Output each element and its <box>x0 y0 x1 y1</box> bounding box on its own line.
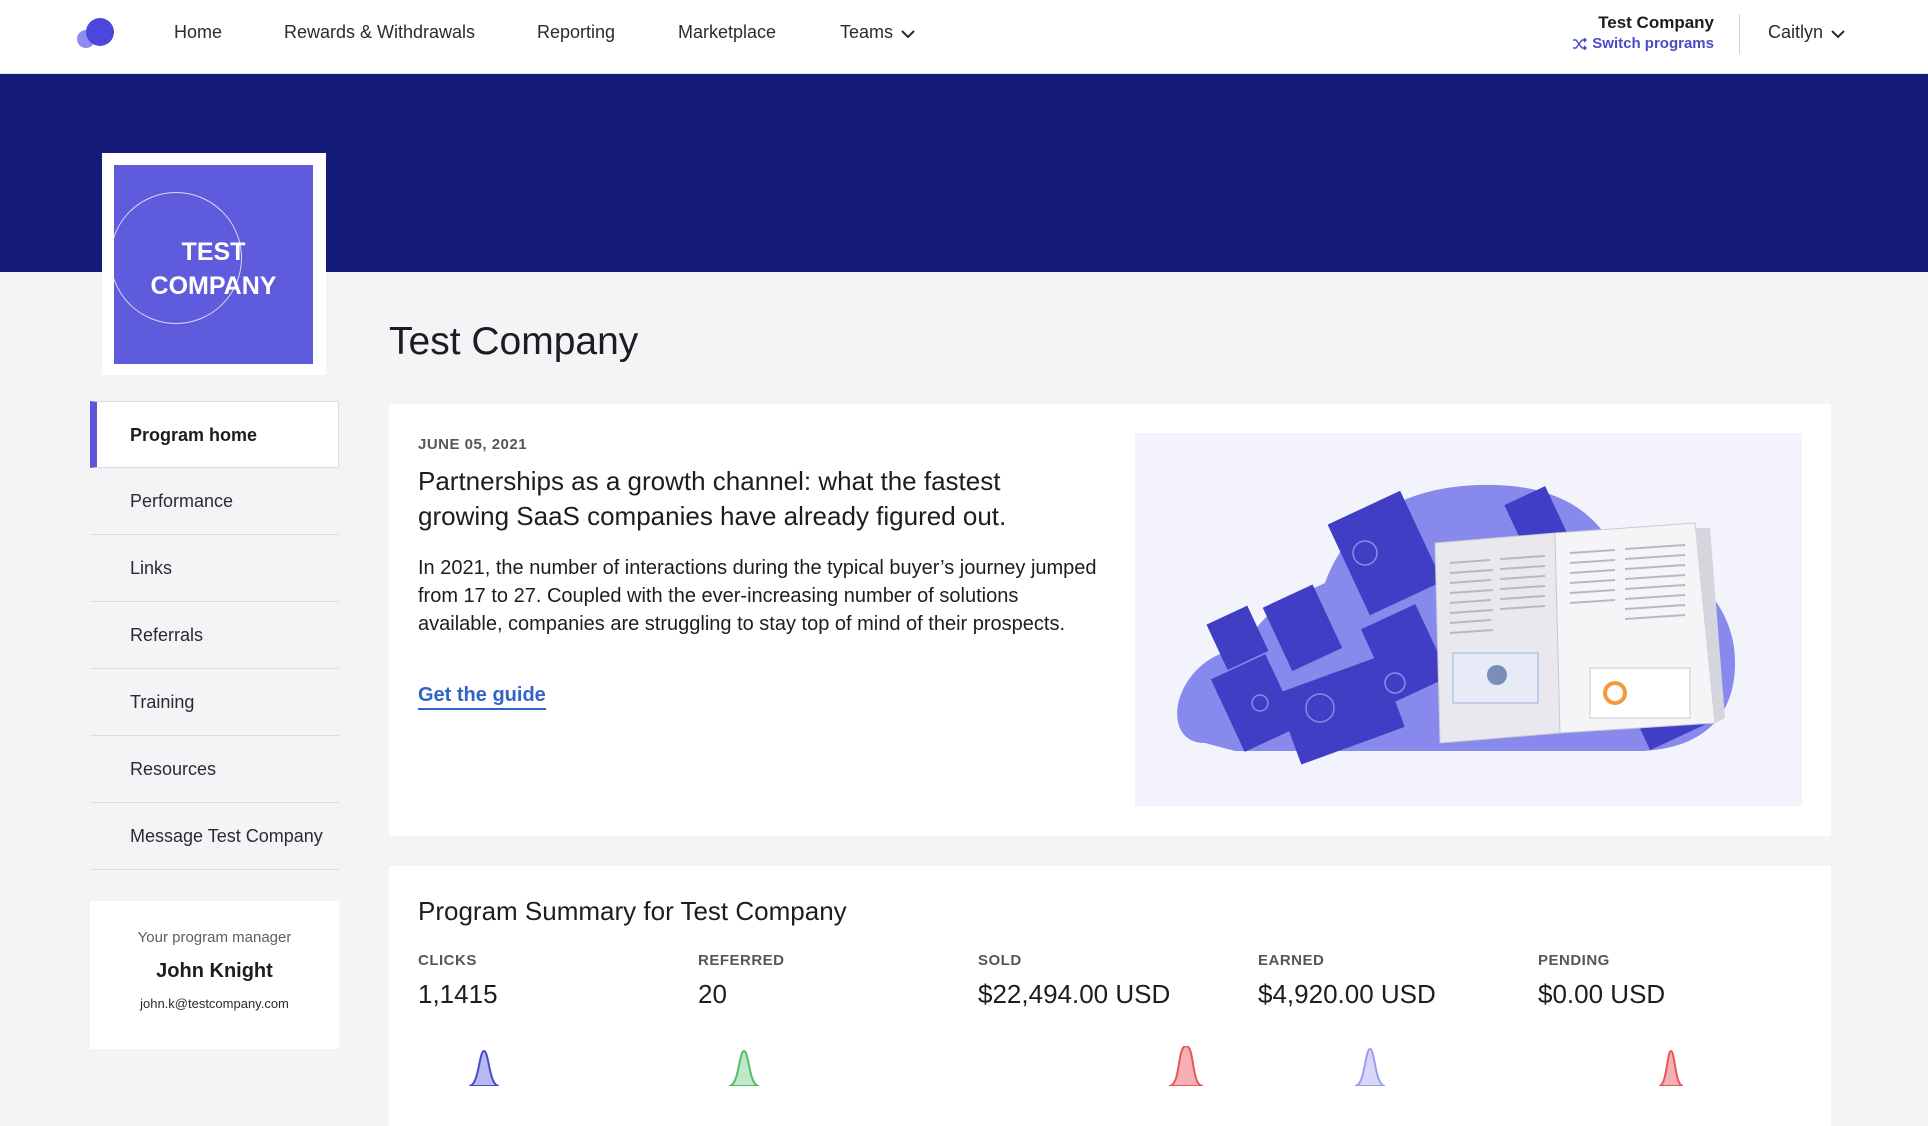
guide-illustration <box>1135 433 1802 806</box>
sidebar-item-performance[interactable]: Performance <box>90 468 339 535</box>
get-the-guide-link[interactable]: Get the guide <box>418 684 546 710</box>
sidebar-item-message-company[interactable]: Message Test Company <box>90 803 339 870</box>
company-logo: TEST COMPANY <box>114 165 313 364</box>
sidebar-item-links[interactable]: Links <box>90 535 339 602</box>
clicks-sparkline <box>469 1049 499 1086</box>
logo-line-2: COMPANY <box>150 272 277 300</box>
program-switcher: Test Company Switch programs <box>1572 13 1714 52</box>
stat-value: $4,920.00 USD <box>1258 979 1436 1009</box>
stat-label: SOLD <box>978 952 1022 969</box>
company-logo-card: TEST COMPANY <box>102 153 326 375</box>
stat-value: 20 <box>698 979 727 1009</box>
manager-name: John Knight <box>156 960 273 982</box>
stat-value: 1,1415 <box>418 979 498 1009</box>
chevron-down-icon <box>901 23 915 44</box>
article-date: JUNE 05, 2021 <box>418 436 528 453</box>
page-title: Test Company <box>389 320 639 363</box>
stat-earned: EARNED $4,920.00 USD <box>1258 952 1518 1010</box>
top-navigation-bar: Home Rewards & Withdrawals Reporting Mar… <box>0 0 1928 74</box>
program-sidebar: Program home Performance Links Referrals… <box>90 401 339 870</box>
featured-article-card: JUNE 05, 2021 Partnerships as a growth c… <box>389 404 1831 836</box>
program-summary-card: Program Summary for Test Company CLICKS … <box>389 866 1831 1126</box>
manager-label: Your program manager <box>137 929 292 946</box>
switch-programs-link[interactable]: Switch programs <box>1572 35 1714 52</box>
switch-programs-label: Switch programs <box>1592 35 1714 52</box>
sold-sparkline <box>1169 1046 1203 1086</box>
sidebar-item-resources[interactable]: Resources <box>90 736 339 803</box>
nav-home[interactable]: Home <box>174 22 222 43</box>
program-manager-card: Your program manager John Knight john.k@… <box>90 901 339 1049</box>
nav-marketplace[interactable]: Marketplace <box>678 22 776 43</box>
stat-label: PENDING <box>1538 952 1610 969</box>
pending-sparkline <box>1659 1049 1683 1086</box>
sidebar-item-referrals[interactable]: Referrals <box>90 602 339 669</box>
company-logo-text: TEST COMPANY <box>114 235 313 303</box>
logo-line-1: TEST <box>181 238 246 266</box>
stat-value: $0.00 USD <box>1538 979 1666 1009</box>
stat-referred: REFERRED 20 <box>698 952 958 1010</box>
nav-divider <box>1739 14 1740 54</box>
manager-email[interactable]: john.k@testcompany.com <box>90 996 339 1011</box>
stat-label: REFERRED <box>698 952 785 969</box>
summary-title: Program Summary for Test Company <box>418 896 847 926</box>
stat-label: CLICKS <box>418 952 477 969</box>
shuffle-icon <box>1572 35 1592 52</box>
referred-sparkline <box>729 1049 759 1086</box>
stat-value: $22,494.00 USD <box>978 979 1171 1009</box>
article-body: In 2021, the number of interactions duri… <box>418 557 1097 635</box>
stat-label: EARNED <box>1258 952 1325 969</box>
earned-sparkline <box>1355 1047 1385 1086</box>
chevron-down-icon <box>1831 23 1845 44</box>
nav-teams-label: Teams <box>840 22 894 42</box>
nav-teams[interactable]: Teams <box>840 22 915 44</box>
nav-rewards-withdrawals[interactable]: Rewards & Withdrawals <box>284 22 475 43</box>
nav-reporting[interactable]: Reporting <box>537 22 615 43</box>
sidebar-item-program-home[interactable]: Program home <box>90 401 339 468</box>
stat-pending: PENDING $0.00 USD <box>1538 952 1798 1010</box>
current-program-name: Test Company <box>1598 13 1714 32</box>
sidebar-item-training[interactable]: Training <box>90 669 339 736</box>
user-name: Caitlyn <box>1768 22 1824 42</box>
user-menu[interactable]: Caitlyn <box>1768 22 1845 44</box>
app-logo-icon[interactable] <box>76 17 118 51</box>
stat-clicks: CLICKS 1,1415 <box>418 952 678 1010</box>
stat-sold: SOLD $22,494.00 USD <box>978 952 1238 1010</box>
article-title: Partnerships as a growth channel: what t… <box>418 466 1007 531</box>
